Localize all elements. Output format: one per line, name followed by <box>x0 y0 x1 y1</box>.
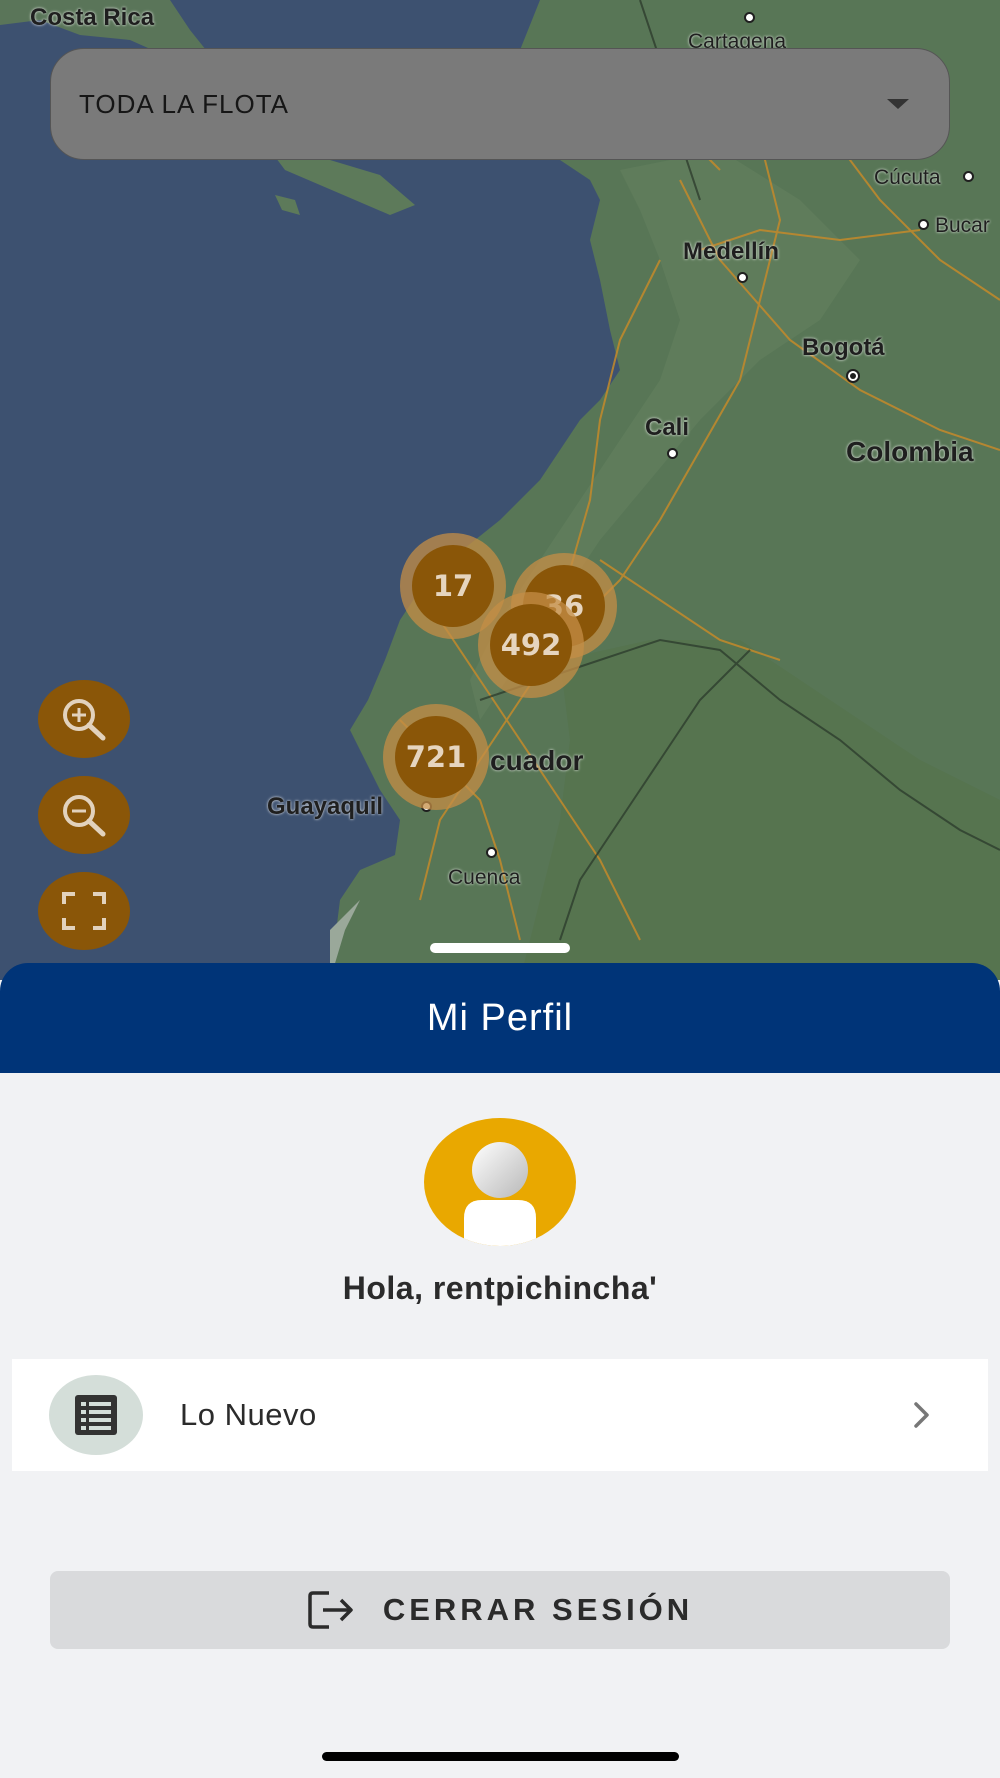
cluster-count: 492 <box>490 604 572 686</box>
place-label: cuador <box>490 745 584 776</box>
place-label: Costa Rica <box>30 4 155 31</box>
map-view[interactable]: Costa Rica Cartagena Cúcuta Bucar Medell… <box>0 0 1000 980</box>
city-marker <box>918 219 929 230</box>
chevron-right-icon <box>914 1402 929 1428</box>
city-marker <box>737 272 748 283</box>
zoom-in-button[interactable] <box>38 680 130 758</box>
city-marker <box>486 847 497 858</box>
logout-icon <box>308 1591 353 1629</box>
fleet-select-value: TODA LA FLOTA <box>79 88 289 119</box>
logout-label: CERRAR SESIÓN <box>382 1592 694 1627</box>
sheet-grabber[interactable] <box>430 943 570 953</box>
fullscreen-icon <box>62 892 106 930</box>
place-label: Cuenca <box>448 866 521 889</box>
sheet-header: Mi Perfil <box>0 963 1000 1073</box>
list-icon <box>75 1395 117 1435</box>
place-label: Colombia <box>846 436 974 467</box>
menu-icon-container <box>49 1375 143 1455</box>
vehicle-cluster[interactable]: 492 <box>478 592 584 698</box>
zoom-out-button[interactable] <box>38 776 130 854</box>
cluster-count: 17 <box>412 545 494 627</box>
zoom-in-icon <box>63 699 106 741</box>
place-label: Guayaquil <box>267 793 384 820</box>
home-indicator <box>322 1752 679 1761</box>
place-label: Bucar <box>935 214 990 237</box>
avatar <box>424 1118 576 1246</box>
logout-button[interactable]: CERRAR SESIÓN <box>50 1571 950 1649</box>
sheet-title: Mi Perfil <box>426 996 574 1039</box>
dropdown-caret-icon <box>887 99 909 109</box>
city-marker <box>963 171 974 182</box>
greeting-text: Hola, rentpichincha' <box>342 1270 658 1306</box>
menu-item-lo-nuevo[interactable]: Lo Nuevo <box>12 1359 988 1471</box>
place-label: Bogotá <box>802 334 885 361</box>
city-marker <box>667 448 678 459</box>
cluster-count: 721 <box>395 716 477 798</box>
capital-marker <box>846 369 860 383</box>
place-label: Cúcuta <box>874 166 941 189</box>
place-label: Cali <box>645 414 690 441</box>
user-icon <box>464 1142 536 1246</box>
zoom-out-icon <box>63 795 106 837</box>
place-label: Medellín <box>683 238 780 265</box>
fullscreen-button[interactable] <box>38 872 130 950</box>
vehicle-cluster[interactable]: 721 <box>383 704 489 810</box>
city-marker <box>744 12 755 23</box>
fleet-select[interactable]: TODA LA FLOTA <box>50 48 950 160</box>
menu-item-label: Lo Nuevo <box>180 1397 317 1432</box>
